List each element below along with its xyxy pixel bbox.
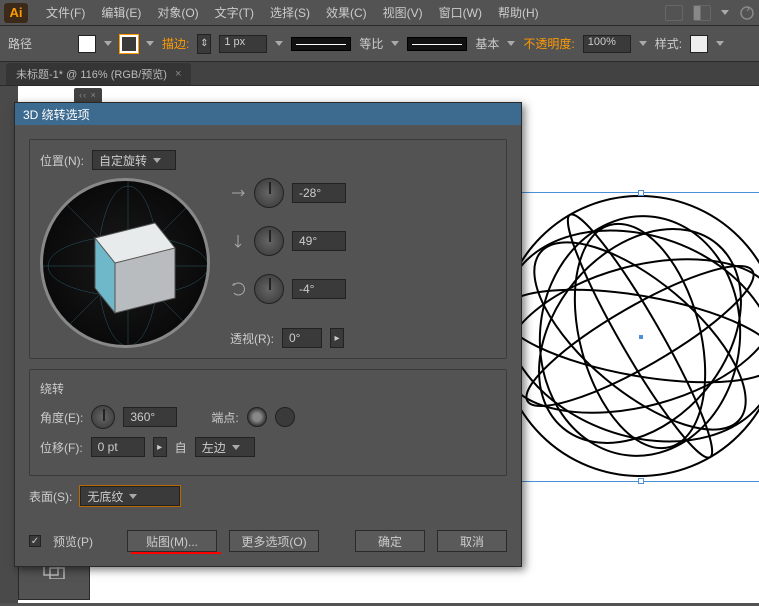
- opacity-field[interactable]: 100%: [583, 35, 631, 53]
- arrange-icon[interactable]: [693, 5, 711, 21]
- axis-y-field[interactable]: 49°: [292, 231, 346, 251]
- selection-handle[interactable]: [638, 190, 644, 196]
- bridge-icon[interactable]: [665, 5, 683, 21]
- cube-icon: [65, 203, 185, 323]
- from-label: 自: [175, 439, 187, 456]
- axis-x-dial[interactable]: [254, 178, 284, 208]
- app-logo: Ai: [4, 3, 28, 23]
- position-group: 位置(N): 自定旋转: [29, 139, 507, 359]
- selection-center: [639, 335, 643, 339]
- revolve-group: 绕转 角度(E): 360° 端点: 位移(F): 0 pt ▸ 自 左边: [29, 369, 507, 476]
- stroke-dropdown-icon[interactable]: [146, 41, 154, 46]
- surface-value: 无底纹: [87, 488, 123, 505]
- selection-handle[interactable]: [638, 478, 644, 484]
- chevron-down-icon: [153, 158, 161, 163]
- variable-width-profile[interactable]: [291, 37, 351, 51]
- arrange-dropdown-icon[interactable]: [721, 10, 729, 15]
- brush-definition[interactable]: [407, 37, 467, 51]
- stroke-swatch[interactable]: [120, 35, 138, 53]
- document-tab-title: 未标题-1* @ 116% (RGB/预览): [16, 66, 167, 82]
- menu-type[interactable]: 文字(T): [211, 2, 258, 23]
- sync-icon[interactable]: [739, 5, 755, 21]
- menu-object[interactable]: 对象(O): [153, 2, 202, 23]
- fill-dropdown-icon[interactable]: [104, 41, 112, 46]
- axis-x-field[interactable]: -28°: [292, 183, 346, 203]
- perspective-stepper[interactable]: ▸: [330, 328, 344, 348]
- preview-checkbox[interactable]: ✓: [29, 535, 41, 547]
- brush-dropdown-icon[interactable]: [507, 41, 515, 46]
- axis-y-dial[interactable]: [254, 226, 284, 256]
- menu-effect[interactable]: 效果(C): [322, 2, 371, 23]
- document-tabbar: 未标题-1* @ 116% (RGB/预览) ×: [0, 62, 759, 86]
- offset-label: 位移(F):: [40, 439, 83, 456]
- menu-view[interactable]: 视图(V): [379, 2, 427, 23]
- cancel-button[interactable]: 取消: [437, 530, 507, 552]
- menu-help[interactable]: 帮助(H): [494, 2, 543, 23]
- ok-button[interactable]: 确定: [355, 530, 425, 552]
- dialog-footer: ✓ 预览(P) 贴图(M)... 更多选项(O) 确定 取消: [29, 520, 507, 556]
- tab-close-icon[interactable]: ×: [175, 68, 181, 80]
- map-art-button[interactable]: 贴图(M)...: [127, 530, 217, 552]
- menubar: Ai 文件(F) 编辑(E) 对象(O) 文字(T) 选择(S) 效果(C) 视…: [0, 0, 759, 26]
- chevron-down-icon: [232, 445, 240, 450]
- axis-y-icon: [230, 233, 246, 249]
- stroke-label: 描边:: [162, 35, 189, 52]
- selection-type-label: 路径: [8, 35, 32, 52]
- menu-window[interactable]: 窗口(W): [435, 2, 486, 23]
- stroke-width-field[interactable]: 1 px: [219, 35, 267, 53]
- selection-bounding-box[interactable]: [500, 192, 759, 482]
- position-select[interactable]: 自定旋转: [92, 150, 176, 170]
- menu-select[interactable]: 选择(S): [266, 2, 314, 23]
- panel-collapse-handle[interactable]: ‹‹ ×: [74, 88, 102, 102]
- profile-dropdown-icon[interactable]: [391, 41, 399, 46]
- style-swatch[interactable]: [690, 35, 708, 53]
- profile-label: 等比: [359, 35, 383, 52]
- menu-file[interactable]: 文件(F): [42, 2, 89, 23]
- preview-label: 预览(P): [53, 533, 93, 550]
- fill-swatch[interactable]: [78, 35, 96, 53]
- stroke-stepper[interactable]: ⇕: [197, 34, 211, 54]
- from-select[interactable]: 左边: [195, 437, 255, 457]
- 3d-revolve-dialog: 3D 绕转选项 位置(N): 自定旋转: [14, 102, 522, 567]
- annotation-underline: [131, 552, 221, 554]
- control-bar: 路径 描边: ⇕ 1 px 等比 基本 不透明度: 100% 样式:: [0, 26, 759, 62]
- surface-select[interactable]: 无底纹: [80, 486, 180, 506]
- style-label: 样式:: [655, 35, 682, 52]
- offset-stepper[interactable]: ▸: [153, 437, 167, 457]
- angle-field[interactable]: 360°: [123, 407, 177, 427]
- dialog-titlebar[interactable]: 3D 绕转选项: [15, 103, 521, 125]
- style-dropdown-icon[interactable]: [716, 41, 724, 46]
- chevron-down-icon: [129, 494, 137, 499]
- opacity-label: 不透明度:: [523, 35, 574, 52]
- cap-off-button[interactable]: [275, 407, 295, 427]
- surface-label: 表面(S):: [29, 488, 72, 505]
- angle-label: 角度(E):: [40, 409, 83, 426]
- angle-dial[interactable]: [91, 405, 115, 429]
- axis-z-icon: [230, 281, 246, 297]
- stroke-width-dropdown-icon[interactable]: [275, 41, 283, 46]
- axis-z-field[interactable]: -4°: [292, 279, 346, 299]
- document-tab[interactable]: 未标题-1* @ 116% (RGB/预览) ×: [6, 63, 191, 85]
- more-options-button[interactable]: 更多选项(O): [229, 530, 319, 552]
- rotation-cube-preview[interactable]: [40, 178, 210, 348]
- axis-z-dial[interactable]: [254, 274, 284, 304]
- offset-field[interactable]: 0 pt: [91, 437, 145, 457]
- revolve-heading: 绕转: [40, 380, 496, 397]
- position-label: 位置(N):: [40, 152, 84, 169]
- perspective-label: 透视(R):: [230, 330, 274, 347]
- brush-label: 基本: [475, 35, 499, 52]
- from-value: 左边: [202, 439, 226, 456]
- cap-label: 端点:: [211, 409, 238, 426]
- menu-edit[interactable]: 编辑(E): [97, 2, 145, 23]
- perspective-field[interactable]: 0°: [282, 328, 322, 348]
- opacity-dropdown-icon[interactable]: [639, 41, 647, 46]
- position-value: 自定旋转: [99, 152, 147, 169]
- axis-x-icon: [230, 185, 246, 201]
- cap-on-button[interactable]: [247, 407, 267, 427]
